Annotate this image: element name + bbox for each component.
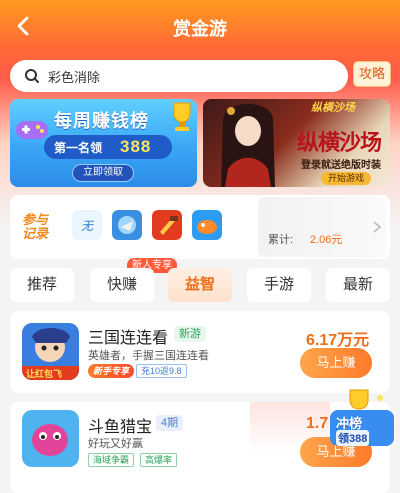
floating-rank-promo[interactable]: 冲榜 领388 [328, 388, 398, 448]
accumulated-label: 累计: [268, 234, 294, 246]
app-icon-1: 无 [72, 210, 102, 240]
game-name: 斗鱼猎宝 [88, 419, 153, 436]
trophy-icon [173, 102, 191, 131]
game-logo: 纵横沙场 [311, 102, 355, 114]
search-icon [25, 69, 39, 83]
tab-puzzle[interactable]: 益智 [168, 268, 232, 302]
weekly-ranking-banner[interactable]: 每周赚钱榜 第一名领 388 立即领取 [10, 99, 197, 187]
weekly-rank-pill: 第一名领 388 [44, 135, 172, 159]
tab-newest[interactable]: 最新 [326, 268, 390, 302]
earn-now-button[interactable]: 马上赚 [300, 348, 372, 378]
game-description: 好玩又好赢 [88, 438, 143, 450]
game-tag: 4期 [156, 415, 184, 431]
game-icon-caption: 让红包飞 [26, 369, 63, 379]
game-reward: 6.17万元 [306, 332, 370, 349]
newbie-chip: 新手专享 [88, 364, 135, 378]
top-bar: 赏金游 [0, 0, 400, 52]
svg-text:无: 无 [81, 219, 95, 233]
tab-quick-earn[interactable]: 快赚 [90, 268, 154, 302]
app-icon-4 [192, 210, 222, 240]
record-label: 参与记录 [22, 212, 49, 241]
game-ad-banner[interactable]: 纵横沙场 纵横沙场 登录就送绝版时装 开始游戏 [203, 99, 390, 187]
record-summary: 累计: 2.06元 [258, 197, 386, 257]
character-illustration [221, 104, 275, 187]
accumulated-value: 2.06元 [310, 234, 343, 246]
tab-recommend[interactable]: 推荐 [10, 268, 74, 302]
page-title: 赏金游 [173, 19, 227, 39]
game-reward: 1.7 [306, 415, 329, 432]
search-input[interactable]: 彩色消除 [48, 67, 100, 86]
start-game-button[interactable]: 开始游戏 [321, 172, 371, 185]
recharge-chip: 充10返9.8 [136, 364, 187, 378]
feature-chip: 高爆率 [140, 453, 178, 467]
promo-line2: 领388 [336, 430, 370, 446]
tab-mobile-games[interactable]: 手游 [247, 268, 311, 302]
game-card-sanguo[interactable]: 让红包飞 三国连连看 新游 英雄者，手握三国连连看 新手专享 充10返9.8 6… [10, 311, 390, 393]
game-slogan: 纵横沙场 [297, 130, 382, 156]
weekly-banner-title: 每周赚钱榜 [54, 111, 149, 131]
feature-chip: 海域争霸 [88, 453, 135, 467]
game-tag: 新游 [174, 326, 206, 342]
app-icon-2 [112, 210, 142, 240]
game-icon-douyu [22, 410, 79, 467]
app-icon-3 [152, 210, 182, 240]
category-tabs: 推荐 快赚 益智 手游 最新 [0, 268, 400, 304]
rank-amount: 388 [120, 137, 152, 156]
claim-now-button[interactable]: 立即领取 [72, 164, 134, 182]
rank-label: 第一名领 [54, 140, 103, 155]
game-description: 英雄者，手握三国连连看 [88, 350, 209, 362]
guide-button[interactable]: 攻略 [353, 61, 391, 87]
game-ad-subtitle: 登录就送绝版时装 [301, 160, 381, 171]
participation-record[interactable]: 参与记录 无 累计: 2.06元 [10, 195, 390, 259]
search-bar[interactable]: 彩色消除 [10, 60, 348, 92]
game-name: 三国连连看 [88, 330, 169, 347]
chevron-right-icon [373, 221, 382, 233]
